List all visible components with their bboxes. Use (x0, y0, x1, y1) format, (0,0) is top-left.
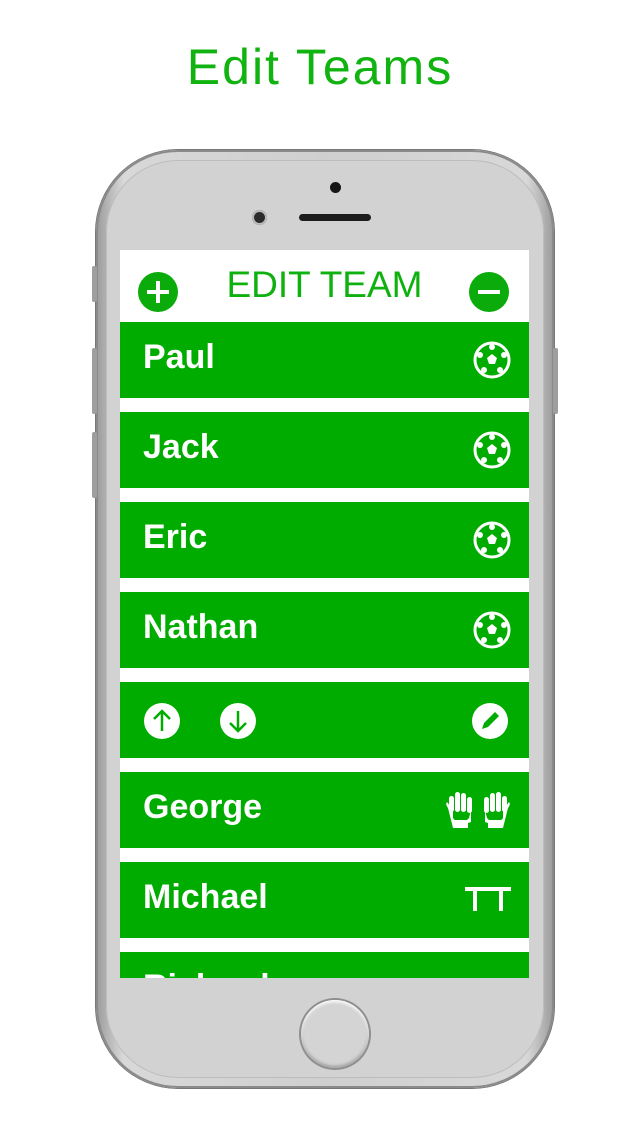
mute-switch (92, 266, 97, 302)
player-name: Paul (143, 338, 215, 376)
player-name: Richard (143, 968, 270, 978)
goalkeeper-gloves-icon (446, 792, 510, 828)
soccer-ball-icon (473, 341, 511, 379)
substitutes-bench-icon (465, 887, 511, 911)
minus-circle-icon (478, 290, 500, 294)
soccer-ball-icon (473, 611, 511, 649)
player-controls-row (120, 682, 529, 758)
player-row-nathan[interactable]: Nathan (120, 592, 529, 668)
player-name: George (143, 788, 263, 826)
page-title: Edit Teams (186, 39, 454, 95)
volume-down-button (92, 432, 97, 498)
player-name: Nathan (143, 608, 259, 646)
player-row-michael[interactable]: Michael (120, 862, 529, 938)
power-button (553, 348, 558, 414)
player-name: Eric (143, 518, 208, 556)
player-row-jack[interactable]: Jack (120, 412, 529, 488)
remove-player-button[interactable] (469, 272, 509, 312)
player-name: Michael (143, 878, 268, 916)
arrow-up-circle-icon[interactable] (143, 702, 181, 740)
screen-title: EDIT TEAM (226, 264, 423, 305)
screen-header: EDIT TEAM (120, 250, 529, 322)
earpiece-speaker (299, 214, 371, 221)
home-button[interactable] (301, 1000, 369, 1068)
volume-up-button (92, 348, 97, 414)
player-row-paul[interactable]: Paul (120, 322, 529, 398)
proximity-sensor (330, 182, 341, 193)
app-screen: EDIT TEAM Paul Jack Eric Nathan George M… (120, 250, 529, 978)
player-row-george[interactable]: George (120, 772, 529, 848)
pencil-circle-icon[interactable] (471, 702, 509, 740)
player-name: Jack (143, 428, 219, 466)
player-row-richard[interactable]: Richard (120, 952, 529, 978)
arrow-down-circle-icon[interactable] (219, 702, 257, 740)
front-camera-icon (252, 210, 267, 225)
soccer-ball-icon (473, 431, 511, 469)
soccer-ball-icon (473, 521, 511, 559)
player-row-eric[interactable]: Eric (120, 502, 529, 578)
